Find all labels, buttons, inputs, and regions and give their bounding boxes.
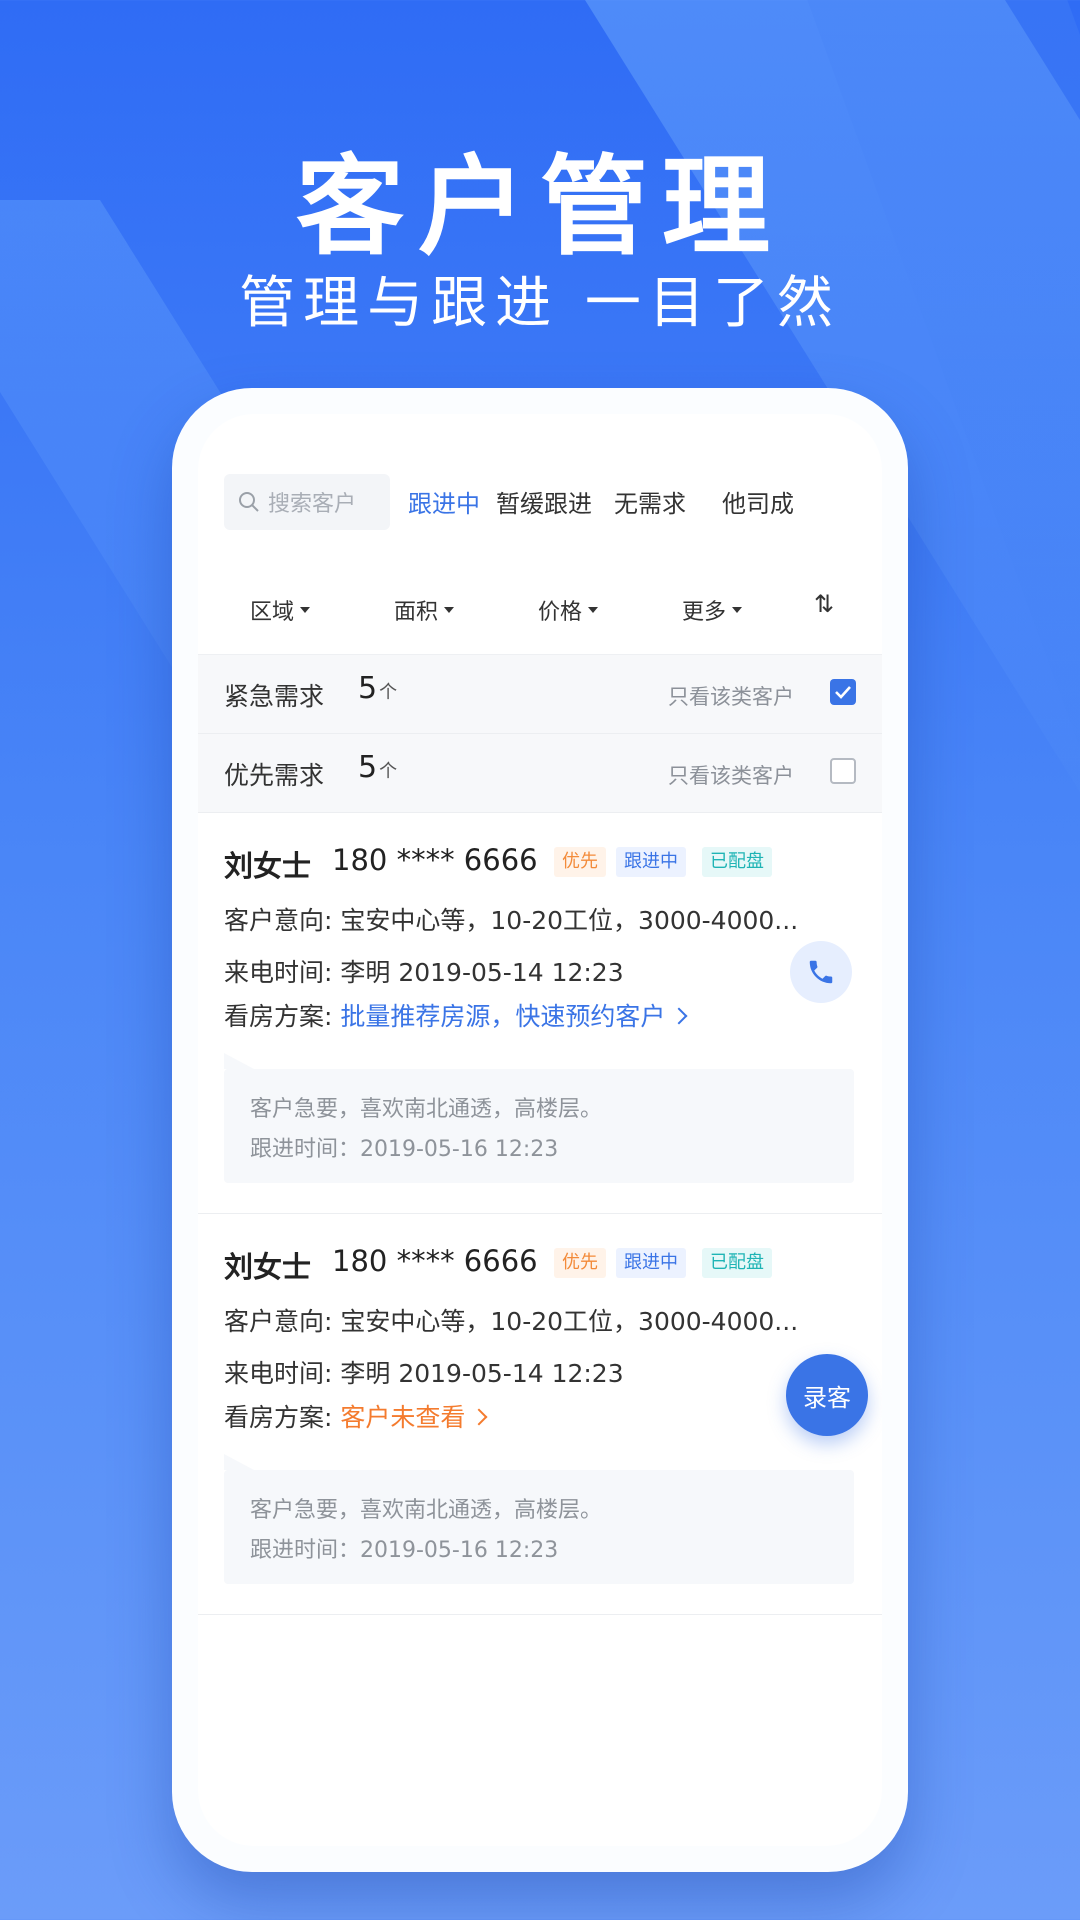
customer-phone: 180 **** 6666	[332, 843, 538, 877]
caret-down-icon	[300, 607, 311, 613]
follow-up-note: 客户急要，喜欢南北通透，高楼层。 跟进时间：2019-05-16 12:23	[224, 1053, 854, 1183]
page-subtitle: 管理与跟进 一目了然	[239, 271, 841, 336]
customer-phone: 180 **** 6666	[332, 1244, 538, 1278]
tab-paused[interactable]: 暂缓跟进	[496, 484, 592, 519]
only-this-type-label: 只看该类客户	[668, 685, 794, 709]
filter-more[interactable]: 更多	[682, 594, 743, 626]
tab-following[interactable]: 跟进中	[408, 484, 480, 519]
tag-matched: 已配盘	[702, 1248, 772, 1278]
search-input[interactable]: 搜索客户	[224, 474, 390, 530]
page-title: 客户管理	[295, 145, 784, 270]
only-this-type-checkbox[interactable]	[830, 758, 856, 784]
check-icon	[835, 686, 851, 699]
intent-line: 客户意向: 宝安中心等，10-20工位，3000-4000...	[224, 1307, 799, 1336]
tab-other-company[interactable]: 他司成	[722, 484, 794, 519]
plan-link[interactable]: 客户未查看	[340, 1403, 488, 1432]
tag-following: 跟进中	[616, 1248, 686, 1278]
filter-area[interactable]: 面积	[394, 594, 455, 626]
add-customer-fab[interactable]: 录客	[786, 1354, 868, 1436]
tag-following: 跟进中	[616, 847, 686, 877]
category-row-priority: 优先需求 5个 只看该类客户	[198, 734, 882, 813]
search-tab-row: 搜索客户 跟进中 暂缓跟进 无需求 他司成	[198, 414, 882, 564]
sort-icon[interactable]: ⇅	[814, 590, 834, 618]
category-count: 5个	[358, 671, 398, 706]
follow-up-note: 客户急要，喜欢南北通透，高楼层。 跟进时间：2019-05-16 12:23	[224, 1454, 854, 1584]
tab-no-demand[interactable]: 无需求	[614, 484, 686, 519]
category-count: 5个	[358, 750, 398, 785]
plan-link[interactable]: 批量推荐房源，快速预约客户	[340, 1002, 688, 1031]
tag-matched: 已配盘	[702, 847, 772, 877]
category-label: 紧急需求	[224, 682, 325, 711]
only-this-type-checkbox[interactable]	[830, 679, 856, 705]
tag-priority: 优先	[554, 847, 606, 877]
customer-card[interactable]: 刘女士 180 **** 6666 优先 跟进中 已配盘 客户意向: 宝安中心等…	[198, 813, 882, 1214]
call-button[interactable]	[790, 941, 852, 1003]
plan-line: 看房方案: 批量推荐房源，快速预约客户	[224, 997, 688, 1033]
chevron-right-icon	[670, 1007, 688, 1025]
plan-line: 看房方案: 客户未查看	[224, 1398, 488, 1434]
call-time-line: 来电时间: 李明 2019-05-14 12:23	[224, 1359, 624, 1388]
customer-name: 刘女士	[224, 1250, 312, 1284]
call-time-line: 来电时间: 李明 2019-05-14 12:23	[224, 958, 624, 987]
filter-region[interactable]: 区域	[250, 594, 311, 626]
intent-line: 客户意向: 宝安中心等，10-20工位，3000-4000...	[224, 906, 799, 935]
only-this-type-label: 只看该类客户	[668, 764, 794, 788]
phone-icon	[809, 960, 833, 984]
customer-card[interactable]: 刘女士 180 **** 6666 优先 跟进中 已配盘 客户意向: 宝安中心等…	[198, 1214, 882, 1615]
caret-down-icon	[444, 607, 455, 613]
phone-frame: 搜索客户 跟进中 暂缓跟进 无需求 他司成 区域 面积 价格 更多 ⇅ 紧急需求…	[172, 388, 908, 1872]
category-row-urgent: 紧急需求 5个 只看该类客户	[198, 655, 882, 734]
caret-down-icon	[732, 607, 743, 613]
filter-price[interactable]: 价格	[538, 594, 599, 626]
chevron-right-icon	[470, 1408, 488, 1426]
search-placeholder: 搜索客户	[268, 492, 357, 517]
category-label: 优先需求	[224, 761, 325, 790]
customer-name: 刘女士	[224, 849, 312, 883]
caret-down-icon	[588, 607, 599, 613]
filter-bar: 区域 面积 价格 更多	[198, 564, 882, 655]
app-screen: 搜索客户 跟进中 暂缓跟进 无需求 他司成 区域 面积 价格 更多 ⇅ 紧急需求…	[198, 414, 882, 1846]
tag-priority: 优先	[554, 1248, 606, 1278]
search-icon	[239, 492, 259, 512]
